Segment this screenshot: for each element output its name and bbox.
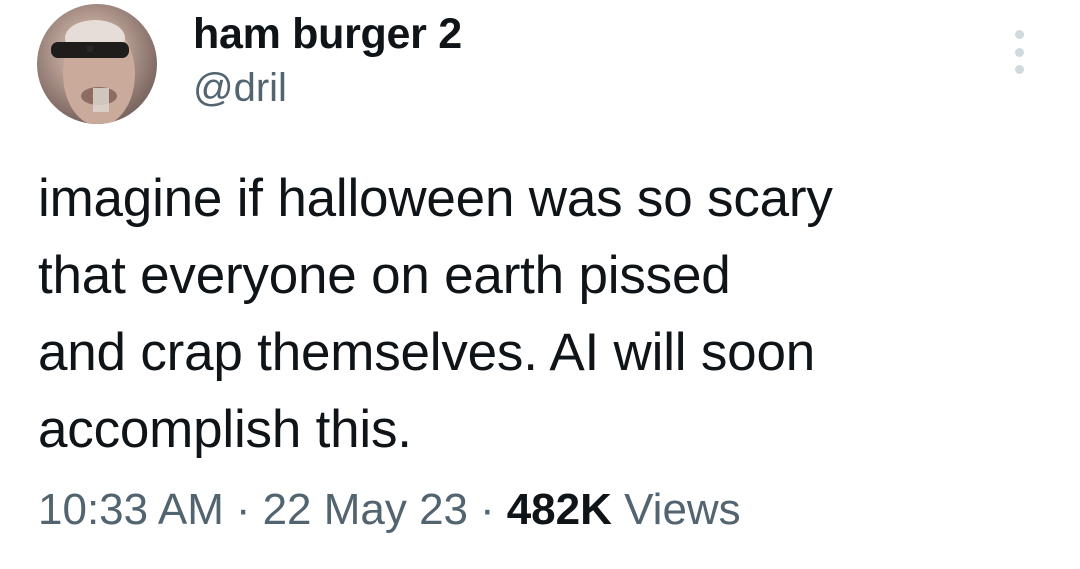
tweet-text-line: accomplish this.	[38, 400, 412, 459]
more-vertical-icon[interactable]	[1006, 30, 1032, 74]
avatar[interactable]	[37, 4, 157, 124]
user-handle[interactable]: @dril	[193, 64, 287, 112]
tweet: ham burger 2 @dril imagine if halloween …	[0, 0, 1080, 569]
tweet-date[interactable]: 22 May 23	[263, 485, 468, 534]
tweet-text-line: imagine if halloween was so scary	[38, 169, 833, 228]
views-count: 482K	[506, 485, 612, 534]
views-label: Views	[624, 485, 741, 534]
dot	[1014, 65, 1024, 74]
dot	[1014, 30, 1024, 39]
tweet-text-line: that everyone on earth pissed	[38, 246, 731, 305]
tweet-text: imagine if halloween was so scary that e…	[38, 160, 1038, 468]
display-name[interactable]: ham burger 2	[193, 8, 462, 60]
tweet-meta: 10:33 AM · 22 May 23 · 482K Views	[38, 482, 741, 538]
separator: ·	[235, 485, 251, 534]
tweet-text-line: and crap themselves. AI will soon	[38, 323, 816, 382]
separator: ·	[480, 485, 495, 534]
tweet-time[interactable]: 10:33 AM	[38, 485, 224, 534]
dot	[1014, 47, 1024, 57]
